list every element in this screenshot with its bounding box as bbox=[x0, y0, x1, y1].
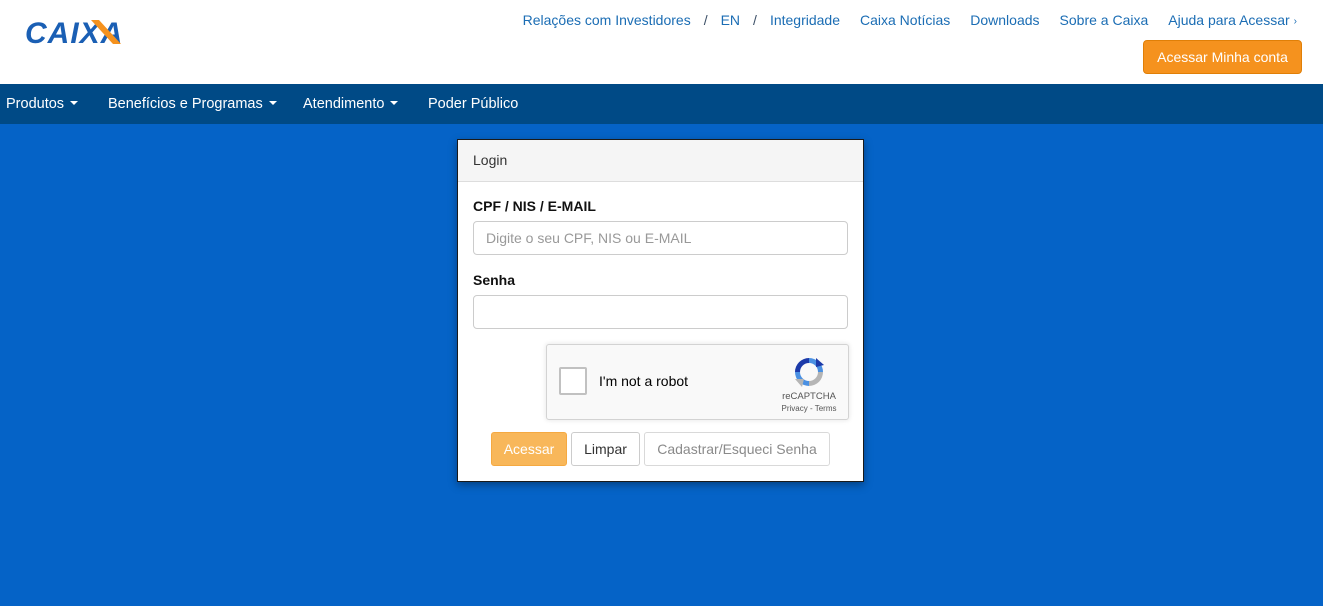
link-integridade[interactable]: Integridade bbox=[770, 12, 840, 28]
recaptcha-label: I'm not a robot bbox=[599, 373, 689, 389]
caret-down-icon bbox=[70, 101, 79, 106]
link-en[interactable]: EN bbox=[721, 12, 740, 28]
recaptcha-logo-icon bbox=[795, 358, 824, 387]
recaptcha-brand: reCAPTCHA bbox=[782, 391, 836, 402]
link-sobre-a-caixa[interactable]: Sobre a Caixa bbox=[1060, 12, 1149, 28]
top-links: Relações com Investidores / EN / Integri… bbox=[523, 11, 1297, 29]
recaptcha-terms-link[interactable]: Terms bbox=[815, 404, 837, 413]
nav-item-label: Benefícios e Programas bbox=[108, 96, 263, 112]
password-field-label: Senha bbox=[473, 272, 516, 288]
caret-down-icon bbox=[390, 101, 399, 106]
recaptcha-links: Privacy - Terms bbox=[769, 404, 849, 413]
recaptcha-link-dash: - bbox=[807, 404, 815, 413]
register-forgot-password-button[interactable]: Cadastrar/Esqueci Senha bbox=[644, 432, 830, 466]
login-panel-title: Login bbox=[458, 140, 863, 182]
link-ajuda-para-acessar[interactable]: Ajuda para Acessar › bbox=[1168, 12, 1297, 28]
site-header: CAIXA Relações com Investidores / EN / I… bbox=[0, 0, 1323, 84]
link-separator: / bbox=[753, 12, 757, 28]
nav-item-produtos[interactable]: Produtos bbox=[6, 84, 79, 124]
access-account-button[interactable]: Acessar Minha conta bbox=[1143, 40, 1302, 74]
link-ajuda-label: Ajuda para Acessar bbox=[1168, 12, 1290, 28]
nav-item-label: Atendimento bbox=[303, 96, 385, 112]
password-input[interactable] bbox=[473, 295, 848, 329]
recaptcha-widget: I'm not a robot reCAPTCHA Privacy - Term… bbox=[546, 344, 849, 420]
recaptcha-checkbox[interactable] bbox=[559, 367, 587, 395]
user-field-label: CPF / NIS / E-MAIL bbox=[473, 198, 596, 214]
caixa-logo[interactable]: CAIXA bbox=[25, 14, 139, 46]
main-nav: Produtos Benefícios e Programas Atendime… bbox=[0, 84, 1323, 124]
login-panel: Login CPF / NIS / E-MAIL Senha I'm not a… bbox=[457, 139, 864, 482]
nav-item-poder-publico[interactable]: Poder Público bbox=[428, 84, 518, 124]
nav-item-label: Produtos bbox=[6, 96, 65, 112]
nav-item-beneficios[interactable]: Benefícios e Programas bbox=[108, 84, 277, 124]
submit-login-button[interactable]: Acessar bbox=[491, 432, 567, 466]
recaptcha-privacy-link[interactable]: Privacy bbox=[782, 404, 808, 413]
nav-item-atendimento[interactable]: Atendimento bbox=[303, 84, 399, 124]
nav-item-label: Poder Público bbox=[428, 96, 519, 112]
link-relacoes-investidores[interactable]: Relações com Investidores bbox=[523, 12, 691, 28]
link-downloads[interactable]: Downloads bbox=[970, 12, 1039, 28]
link-caixa-noticias[interactable]: Caixa Notícias bbox=[860, 12, 950, 28]
clear-button[interactable]: Limpar bbox=[571, 432, 640, 466]
user-id-input[interactable] bbox=[473, 221, 848, 255]
chevron-right-icon: › bbox=[1293, 16, 1297, 27]
link-separator: / bbox=[703, 12, 708, 28]
caret-down-icon bbox=[268, 101, 277, 106]
